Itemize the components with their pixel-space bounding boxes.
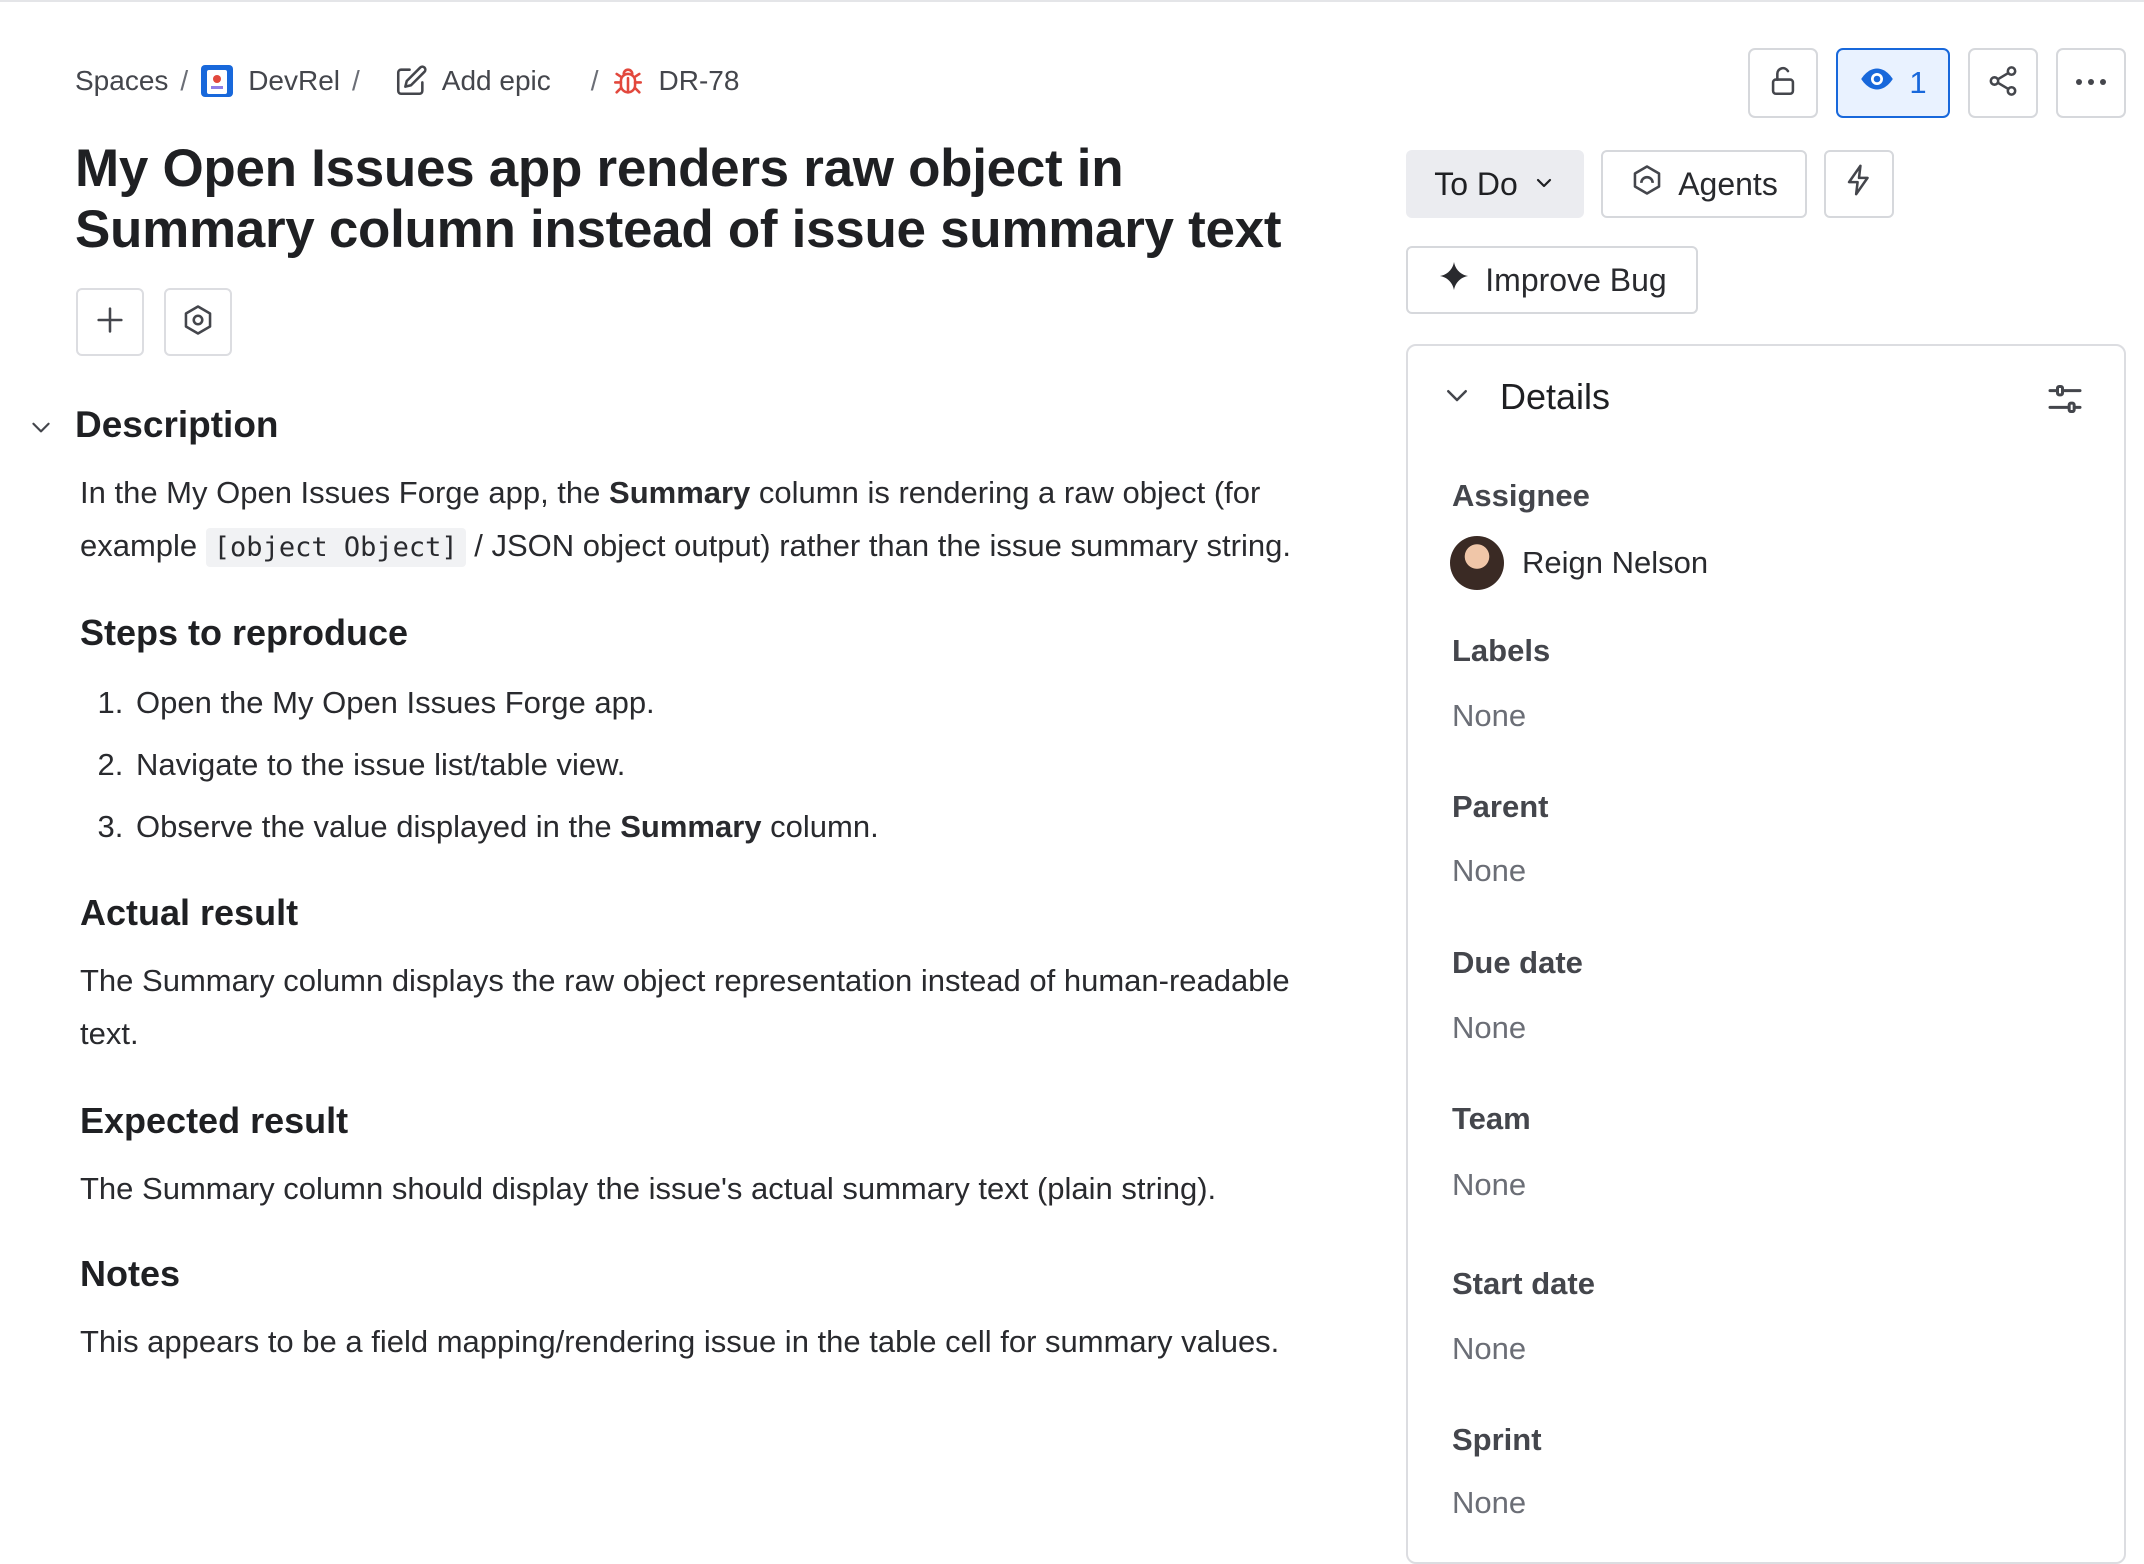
steps-list: Open the My Open Issues Forge app. Navig… — [80, 672, 1310, 858]
apps-button[interactable] — [164, 288, 232, 356]
add-epic-label: Add epic — [441, 65, 551, 96]
breadcrumb-issue[interactable]: DR-78 — [611, 64, 740, 98]
plus-icon — [93, 303, 127, 342]
breadcrumb-separator: / — [352, 65, 360, 96]
start-date-label: Start date — [1452, 1266, 1595, 1301]
step-bold-text: Summary — [620, 809, 762, 844]
team-value[interactable]: None — [1452, 1167, 1526, 1203]
step-text: column. — [761, 809, 879, 844]
add-epic-link[interactable]: Add epic — [394, 64, 551, 98]
add-button[interactable] — [76, 288, 144, 356]
breadcrumb-spaces[interactable]: Spaces — [75, 65, 168, 97]
improve-bug-button[interactable]: Improve Bug — [1406, 246, 1698, 314]
page-title[interactable]: My Open Issues app renders raw object in… — [75, 138, 1315, 260]
share-button[interactable] — [1968, 48, 2038, 118]
issue-key: DR-78 — [658, 65, 740, 96]
due-date-label: Due date — [1452, 945, 1583, 980]
restrictions-button[interactable] — [1748, 48, 1818, 118]
actual-heading: Actual result — [80, 892, 299, 933]
breadcrumb-project[interactable]: DevRel — [200, 64, 340, 98]
intro-text: In the My Open Issues Forge app, the — [80, 475, 610, 510]
sliders-icon — [2045, 379, 2085, 424]
description-heading: Description — [75, 404, 279, 445]
configure-fields-button[interactable] — [2044, 380, 2086, 422]
step-text: Observe the value displayed in the — [136, 809, 621, 844]
details-heading: Details — [1500, 376, 1611, 417]
details-header[interactable]: Details — [1442, 376, 1610, 418]
agents-label: Agents — [1678, 165, 1778, 202]
assignee-label: Assignee — [1452, 478, 1590, 513]
parent-label: Parent — [1452, 789, 1549, 824]
chevron-down-icon — [28, 414, 54, 445]
bug-icon — [611, 64, 645, 98]
lock-icon — [1766, 64, 1800, 103]
watch-button[interactable]: 1 — [1836, 48, 1950, 118]
eye-icon — [1859, 61, 1895, 105]
project-avatar-icon — [200, 64, 234, 98]
details-panel: Details Assignee Reign Nelson Labels Non… — [1406, 344, 2126, 1564]
assignee-field[interactable]: Reign Nelson — [1450, 536, 1708, 590]
notes-text: This appears to be a field mapping/rende… — [80, 1324, 1280, 1359]
sprint-label: Sprint — [1452, 1422, 1542, 1457]
intro-text: / JSON object output) rather than the is… — [465, 528, 1291, 563]
agents-button[interactable]: Agents — [1601, 150, 1807, 218]
top-divider — [0, 0, 2144, 2]
list-item: Observe the value displayed in the Summa… — [132, 796, 1310, 858]
lightning-icon — [1842, 163, 1876, 205]
due-date-value[interactable]: None — [1452, 1010, 1526, 1046]
chevron-down-icon — [1532, 166, 1556, 203]
more-icon — [2073, 74, 2109, 92]
intro-bold-text: Summary — [609, 475, 751, 510]
sprint-value[interactable]: None — [1452, 1485, 1526, 1521]
expected-heading: Expected result — [80, 1100, 349, 1141]
share-icon — [1986, 64, 2020, 103]
list-item: Navigate to the issue list/table view. — [132, 734, 1310, 796]
parent-value[interactable]: None — [1452, 853, 1526, 889]
expected-text: The Summary column should display the is… — [80, 1171, 1217, 1206]
description-intro: In the My Open Issues Forge app, the Sum… — [80, 466, 1310, 574]
more-actions-button[interactable] — [2056, 48, 2126, 118]
inline-code: [object Object] — [205, 528, 466, 567]
assignee-name: Reign Nelson — [1522, 545, 1709, 580]
chevron-down-icon — [1442, 380, 1472, 415]
breadcrumb-separator: / — [180, 65, 189, 96]
team-label: Team — [1452, 1101, 1531, 1136]
avatar — [1450, 536, 1504, 590]
notes-heading: Notes — [80, 1253, 181, 1294]
status-label: To Do — [1434, 165, 1518, 202]
automation-button[interactable] — [1824, 150, 1894, 218]
list-item: Open the My Open Issues Forge app. — [132, 672, 1310, 734]
sparkle-icon — [1437, 259, 1471, 301]
edit-icon — [394, 64, 428, 98]
hexagon-settings-icon — [181, 303, 215, 342]
steps-heading: Steps to reproduce — [80, 612, 409, 653]
breadcrumb: Spaces / DevRel / Add epic / DR-78 — [75, 58, 739, 104]
description-body[interactable]: In the My Open Issues Forge app, the Sum… — [80, 466, 1310, 1368]
labels-value[interactable]: None — [1452, 698, 1526, 734]
actual-text: The Summary column displays the raw obje… — [80, 963, 1290, 1051]
labels-label: Labels — [1452, 633, 1551, 668]
start-date-value[interactable]: None — [1452, 1331, 1526, 1367]
agents-icon — [1630, 163, 1664, 205]
status-dropdown[interactable]: To Do — [1406, 150, 1584, 218]
description-collapse-toggle[interactable] — [26, 414, 56, 444]
improve-bug-label: Improve Bug — [1485, 261, 1667, 298]
breadcrumb-separator: / — [590, 65, 599, 96]
watchers-count: 1 — [1909, 65, 1927, 100]
breadcrumb-project-label: DevRel — [248, 65, 340, 96]
